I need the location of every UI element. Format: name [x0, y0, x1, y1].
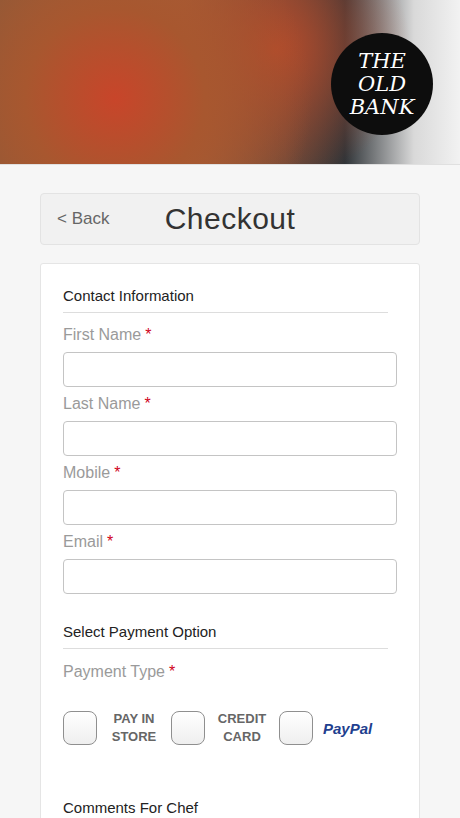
required-mark: * — [114, 464, 120, 481]
option-label: CREDIT CARD — [215, 710, 269, 746]
text-input[interactable] — [63, 421, 397, 456]
payment-option[interactable]: PAY IN STORE — [63, 710, 161, 746]
header-bar: < BackCheckout — [40, 193, 420, 245]
logo-text: THE — [358, 50, 406, 73]
field-label: Payment Type* — [63, 662, 397, 682]
payment-option[interactable]: CREDIT CARD — [171, 710, 269, 746]
required-mark: * — [144, 395, 150, 412]
section-title: Contact Information — [63, 286, 388, 313]
paypal-logo: PayPal — [323, 720, 372, 737]
main: < BackCheckout Contact Information First N… — [0, 165, 460, 818]
section-title: Comments For Chef — [63, 798, 388, 818]
checkbox[interactable] — [63, 711, 97, 745]
field-label: Mobile* — [63, 463, 397, 483]
required-mark: * — [169, 663, 175, 680]
field-label: First Name* — [63, 325, 397, 345]
page-title: Checkout — [165, 202, 296, 236]
field-label: Last Name* — [63, 394, 397, 414]
logo-text: OLD — [358, 73, 406, 96]
option-label: PAY IN STORE — [107, 710, 161, 746]
required-mark: * — [145, 326, 151, 343]
text-input[interactable] — [63, 352, 397, 387]
logo: THEOLDBANK — [331, 33, 433, 135]
back-button[interactable]: < Back — [57, 209, 165, 229]
required-mark: * — [107, 533, 113, 550]
text-input[interactable] — [63, 490, 397, 525]
payment-options: PAY IN STORE CREDIT CARD PayPal — [63, 710, 397, 746]
logo-text: BANK — [350, 96, 415, 119]
section-title: Select Payment Option — [63, 622, 388, 649]
payment-option[interactable]: PayPal — [279, 711, 372, 745]
checkout-form: Contact Information First Name* Last Name*… — [40, 263, 420, 818]
field-label: Email* — [63, 532, 397, 552]
checkout-page: THEOLDBANK < BackCheckout Contact Informat… — [0, 0, 460, 818]
checkbox[interactable] — [279, 711, 313, 745]
hero-photo: THEOLDBANK — [0, 0, 460, 165]
checkbox[interactable] — [171, 711, 205, 745]
text-input[interactable] — [63, 559, 397, 594]
